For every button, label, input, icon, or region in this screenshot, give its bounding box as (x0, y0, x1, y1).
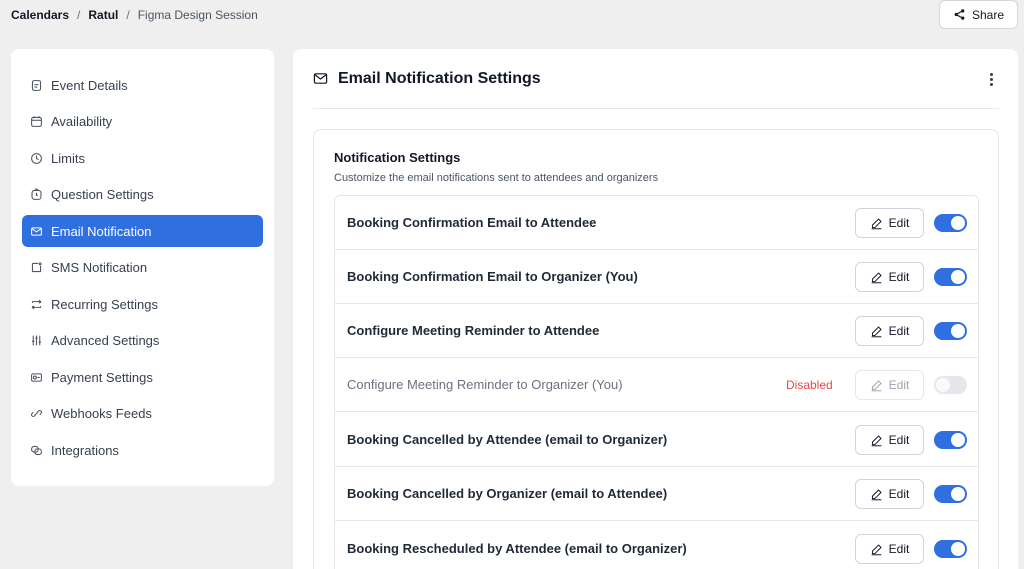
notification-settings-card: Notification Settings Customize the emai… (313, 129, 999, 569)
notification-toggle[interactable] (934, 214, 967, 232)
pencil-icon (870, 217, 883, 230)
sidebar-item-question-settings[interactable]: Question Settings (22, 178, 263, 210)
notification-row: Booking Confirmation Email to Organizer … (335, 250, 978, 304)
sidebar-item-label: Integrations (51, 442, 119, 458)
card-title: Notification Settings (334, 150, 461, 165)
edit-button[interactable]: Edit (855, 534, 924, 564)
notification-label: Booking Confirmation Email to Attendee (347, 215, 597, 230)
notification-label: Booking Rescheduled by Attendee (email t… (347, 541, 687, 556)
card-subtitle: Customize the email notifications sent t… (334, 172, 659, 184)
sidebar-item-advanced-settings[interactable]: Advanced Settings (22, 324, 263, 356)
sidebar-item-limits[interactable]: Limits (22, 142, 263, 174)
sidebar-item-label: SMS Notification (51, 259, 148, 275)
mail-icon (313, 71, 328, 86)
notification-label: Booking Cancelled by Organizer (email to… (347, 486, 668, 501)
breadcrumb: Calendars / Ratul / Figma Design Session (11, 8, 258, 22)
notification-label: Configure Meeting Reminder to Attendee (347, 323, 600, 338)
edit-button[interactable]: Edit (855, 370, 924, 400)
more-options-icon[interactable] (983, 71, 999, 87)
notification-toggle[interactable] (934, 268, 967, 286)
notification-row: Booking Cancelled by Organizer (email to… (335, 467, 978, 521)
document-icon (30, 79, 43, 92)
notification-row: Configure Meeting Reminder to Organizer … (335, 358, 978, 412)
sidebar-item-label: Availability (51, 113, 113, 129)
breadcrumb-ratul[interactable]: Ratul (88, 8, 118, 22)
edit-button[interactable]: Edit (855, 479, 924, 509)
share-label: Share (971, 7, 1005, 22)
link-icon (30, 407, 43, 420)
edit-button[interactable]: Edit (855, 208, 924, 238)
sidebar-item-webhooks-feeds[interactable]: Webhooks Feeds (22, 397, 263, 429)
breadcrumb-separator: / (77, 8, 81, 22)
edit-label: Edit (888, 433, 910, 447)
repeat-icon (30, 298, 43, 311)
sidebar-item-label: Webhooks Feeds (51, 405, 152, 421)
main-header: Email Notification Settings (313, 49, 999, 109)
notification-row: Configure Meeting Reminder to Attendee E… (335, 304, 978, 358)
notification-toggle[interactable] (934, 485, 967, 503)
sidebar-item-label: Email Notification (51, 223, 152, 239)
sidebar-item-email-notification[interactable]: Email Notification (22, 215, 263, 247)
notification-toggle[interactable] (934, 431, 967, 449)
timer-icon (30, 188, 43, 201)
breadcrumb-separator: / (126, 8, 130, 22)
sidebar-item-recurring-settings[interactable]: Recurring Settings (22, 288, 263, 320)
sidebar-item-sms-notification[interactable]: SMS Notification (22, 251, 263, 283)
sidebar-item-event-details[interactable]: Event Details (22, 69, 263, 101)
notification-list: Booking Confirmation Email to Attendee E… (334, 195, 979, 569)
page-title: Email Notification Settings (338, 69, 541, 87)
disabled-status: Disabled (786, 378, 833, 392)
sidebar-item-label: Question Settings (51, 186, 154, 202)
pencil-icon (870, 325, 883, 338)
mail-icon (30, 225, 43, 238)
main-panel: Email Notification Settings Notification… (293, 49, 1018, 569)
edit-label: Edit (888, 487, 910, 501)
edit-label: Edit (888, 216, 910, 230)
notification-row: Booking Rescheduled by Attendee (email t… (335, 522, 978, 569)
notification-toggle[interactable] (934, 376, 967, 394)
sms-icon (30, 261, 43, 274)
sliders-icon (30, 334, 43, 347)
pencil-icon (870, 488, 883, 501)
notification-label: Booking Confirmation Email to Organizer … (347, 269, 638, 284)
breadcrumb-calendars[interactable]: Calendars (11, 8, 69, 22)
integrations-icon (30, 444, 43, 457)
edit-button[interactable]: Edit (855, 316, 924, 346)
settings-sidebar: Event Details Availability Limits Questi… (11, 49, 274, 486)
sidebar-item-integrations[interactable]: Integrations (22, 434, 263, 466)
sidebar-item-label: Advanced Settings (51, 332, 160, 348)
pencil-icon (870, 379, 883, 392)
notification-row: Booking Cancelled by Attendee (email to … (335, 413, 978, 467)
breadcrumb-current: Figma Design Session (137, 8, 258, 22)
share-icon (953, 8, 966, 21)
notification-label: Booking Cancelled by Attendee (email to … (347, 432, 668, 447)
edit-label: Edit (888, 270, 910, 284)
notification-toggle[interactable] (934, 540, 967, 558)
sidebar-item-label: Recurring Settings (51, 296, 158, 312)
calendar-icon (30, 115, 43, 128)
pencil-icon (870, 434, 883, 447)
edit-label: Edit (888, 324, 910, 338)
clock-icon (30, 152, 43, 165)
sidebar-item-label: Payment Settings (51, 369, 153, 385)
notification-row: Booking Confirmation Email to Attendee E… (335, 196, 978, 250)
sidebar-item-payment-settings[interactable]: Payment Settings (22, 361, 263, 393)
notification-toggle[interactable] (934, 322, 967, 340)
edit-button[interactable]: Edit (855, 262, 924, 292)
edit-label: Edit (888, 542, 910, 556)
sidebar-item-availability[interactable]: Availability (22, 105, 263, 137)
sidebar-item-label: Event Details (51, 77, 128, 93)
sidebar-item-label: Limits (51, 150, 85, 166)
edit-label: Edit (888, 378, 910, 392)
notification-label: Configure Meeting Reminder to Organizer … (347, 377, 623, 392)
payment-icon (30, 371, 43, 384)
edit-button[interactable]: Edit (855, 425, 924, 455)
pencil-icon (870, 271, 883, 284)
share-button[interactable]: Share (939, 0, 1018, 29)
pencil-icon (870, 543, 883, 556)
